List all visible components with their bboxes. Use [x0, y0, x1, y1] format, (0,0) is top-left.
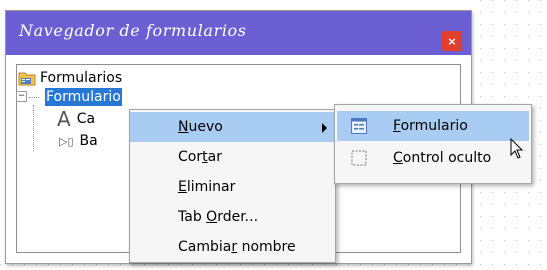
push-button-icon: ▷▯ [59, 134, 74, 148]
menu-item-label: Cambiar nombre [178, 239, 296, 255]
tree-item-label: Formularios [40, 70, 123, 86]
form-icon [351, 118, 367, 134]
submenu-item-label: Control oculto [393, 150, 492, 166]
folder-icon [18, 72, 36, 86]
submenu-item-formulario[interactable]: Formulario [337, 111, 529, 141]
close-button[interactable]: × [442, 31, 462, 51]
menu-item-eliminar[interactable]: Eliminar [130, 172, 335, 202]
label-field-icon: A [57, 107, 71, 131]
tree-item-button-control[interactable]: ▷▯ Ba [59, 131, 98, 151]
tree-item-label: Ca [76, 111, 96, 127]
tree-item-label-control[interactable]: A Ca [57, 107, 96, 131]
menu-item-cambiar-nombre[interactable]: Cambiar nombre [130, 232, 335, 262]
submenu-arrow-icon [322, 123, 327, 133]
hidden-control-icon [351, 150, 367, 166]
menu-item-label: Eliminar [178, 179, 236, 195]
mouse-cursor-icon [510, 138, 524, 159]
submenu-item-control-oculto[interactable]: Control oculto [335, 143, 531, 173]
menu-item-nuevo[interactable]: Nuevo [130, 112, 335, 142]
title-bar[interactable]: Navegador de formularios × [6, 11, 471, 55]
menu-item-cortar[interactable]: Cortar [130, 142, 335, 172]
collapse-icon[interactable]: − [16, 91, 27, 102]
submenu-item-label: Formulario [393, 118, 468, 134]
tree-line [33, 105, 34, 151]
window-title: Navegador de formularios [19, 21, 247, 40]
context-menu: Nuevo Cortar Eliminar Tab Order... Cambi… [129, 109, 336, 263]
tree-item-formularios[interactable]: Formularios [18, 68, 122, 88]
tree-connector [29, 96, 39, 98]
menu-item-label: Cortar [178, 149, 222, 165]
menu-item-label: Tab Order... [178, 209, 259, 225]
tree-item-label: Ba [79, 133, 98, 149]
tree-item-formulario[interactable]: − Formulario [16, 87, 122, 107]
menu-item-label: Nuevo [178, 119, 223, 135]
close-icon: × [447, 34, 457, 48]
menu-item-tab-order[interactable]: Tab Order... [130, 202, 335, 232]
tree-item-label-selected: Formulario [45, 88, 122, 106]
submenu-nuevo: Formulario Control oculto [334, 104, 532, 184]
